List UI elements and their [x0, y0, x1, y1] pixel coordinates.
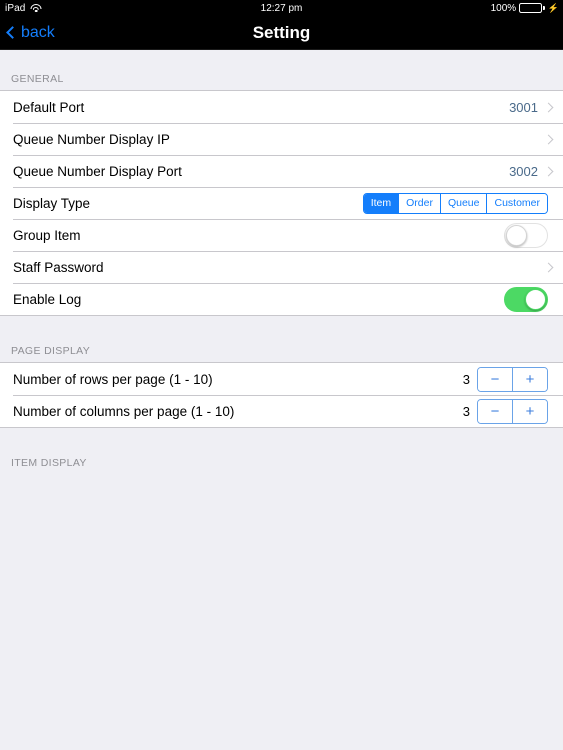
row-label: Number of rows per page (1 - 10) [13, 371, 213, 387]
row-default-port[interactable]: Default Port 3001 [0, 91, 563, 123]
row-label: Number of columns per page (1 - 10) [13, 403, 235, 419]
back-button-label: back [21, 23, 55, 41]
columns-per-page-value: 3 [462, 403, 470, 419]
navigation-bar: back Setting [0, 16, 563, 50]
row-queue-number-display-port[interactable]: Queue Number Display Port 3002 [0, 155, 563, 187]
row-accessory: 3 − + [462, 366, 563, 392]
row-accessory: 3 − + [462, 398, 563, 424]
columns-per-page-decrement-button[interactable]: − [478, 399, 513, 423]
battery-icon [519, 3, 545, 13]
row-display-type: Display Type Item Order Queue Customer [0, 187, 563, 219]
display-type-segmented-control[interactable]: Item Order Queue Customer [362, 192, 548, 214]
page-title: Setting [252, 22, 311, 42]
segment-queue[interactable]: Queue [440, 193, 488, 213]
row-accessory [504, 222, 563, 248]
battery-percent-label: 100% [490, 2, 517, 14]
row-accessory [538, 262, 563, 272]
segment-order[interactable]: Order [399, 193, 441, 213]
section-header-general: GENERAL [11, 73, 64, 85]
section-header-page-display: PAGE DISPLAY [11, 345, 91, 357]
segment-item[interactable]: Item [363, 193, 400, 213]
row-columns-per-page: Number of columns per page (1 - 10) 3 − … [0, 395, 563, 427]
general-group: Default Port 3001 Queue Number Display I… [0, 90, 563, 316]
row-accessory: 3001 [509, 100, 563, 115]
chevron-right-icon [543, 166, 554, 176]
back-button[interactable]: back [0, 24, 55, 42]
columns-per-page-increment-button[interactable]: + [513, 399, 547, 423]
row-value: 3001 [509, 99, 538, 115]
row-queue-number-display-ip[interactable]: Queue Number Display IP [0, 123, 563, 155]
status-bar-clock: 12:27 pm [260, 2, 303, 14]
row-label: Staff Password [13, 259, 104, 275]
row-value: 3002 [509, 163, 538, 179]
row-accessory [538, 134, 563, 144]
chevron-right-icon [543, 134, 554, 144]
page-display-group: Number of rows per page (1 - 10) 3 − + N… [0, 362, 563, 428]
row-enable-log: Enable Log [0, 283, 563, 315]
row-accessory: Item Order Queue Customer [362, 192, 563, 214]
row-group-item: Group Item [0, 219, 563, 251]
row-accessory [504, 286, 563, 312]
wifi-icon [30, 4, 42, 13]
row-label: Enable Log [13, 291, 82, 307]
settings-list: GENERAL Default Port 3001 Queue Number D… [0, 50, 563, 750]
rows-per-page-value: 3 [462, 371, 470, 387]
row-rows-per-page: Number of rows per page (1 - 10) 3 − + [0, 363, 563, 395]
row-staff-password[interactable]: Staff Password [0, 251, 563, 283]
status-bar-left: iPad [0, 2, 42, 14]
rows-per-page-decrement-button[interactable]: − [478, 367, 513, 391]
segment-customer[interactable]: Customer [487, 193, 547, 213]
row-label: Queue Number Display IP [13, 131, 170, 147]
columns-per-page-stepper[interactable]: − + [477, 398, 548, 424]
rows-per-page-stepper[interactable]: − + [477, 366, 548, 392]
chevron-right-icon [543, 262, 554, 272]
row-label: Default Port [13, 99, 85, 115]
device-name: iPad [5, 2, 26, 14]
chevron-right-icon [543, 102, 554, 112]
row-label: Display Type [13, 195, 91, 211]
enable-log-toggle[interactable] [504, 286, 548, 312]
section-header-item-display: ITEM DISPLAY [11, 457, 87, 469]
row-label: Group Item [13, 227, 81, 243]
lightning-bolt-icon: ⚡ [547, 2, 559, 13]
chevron-left-icon [6, 26, 19, 39]
rows-per-page-increment-button[interactable]: + [513, 367, 547, 391]
row-label: Queue Number Display Port [13, 163, 182, 179]
row-accessory: 3002 [509, 164, 563, 179]
status-bar: iPad 12:27 pm 100% ⚡ [0, 0, 563, 16]
status-bar-right: 100% ⚡ [491, 3, 563, 14]
group-item-toggle[interactable] [504, 222, 548, 248]
